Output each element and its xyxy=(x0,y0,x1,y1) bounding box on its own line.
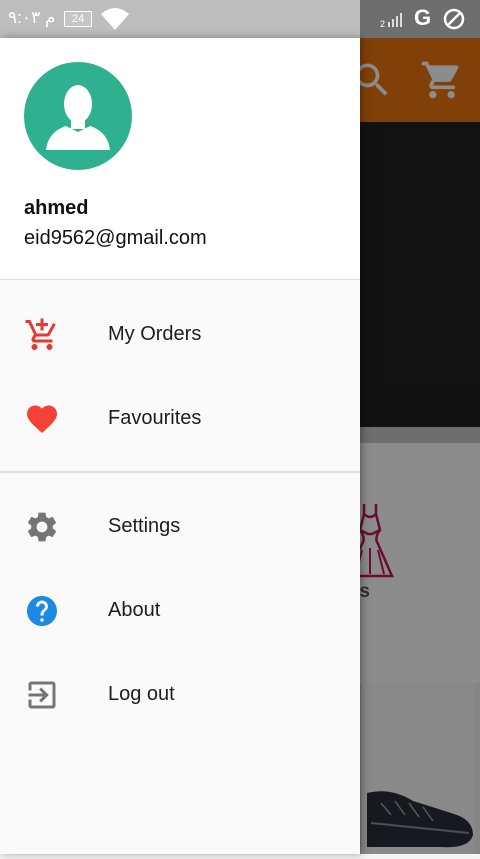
menu-item-label: My Orders xyxy=(108,323,202,345)
menu-item-favourites[interactable]: Favourites xyxy=(0,377,360,461)
menu-divider xyxy=(0,471,360,473)
network-type: G xyxy=(414,5,432,30)
drawer-header: ahmed eid9562@gmail.com xyxy=(0,38,360,280)
wifi-icon xyxy=(101,8,129,30)
menu-item-label: Log out xyxy=(108,683,175,705)
heart-icon xyxy=(27,405,57,434)
status-time: م ٩:٠٣ xyxy=(8,8,56,27)
person-icon xyxy=(46,85,110,150)
status-bar: م ٩:٠٣ 24 2 G xyxy=(0,0,480,38)
help-circle-icon xyxy=(27,596,57,626)
cart-plus-icon xyxy=(25,318,56,350)
svg-text:2: 2 xyxy=(380,19,385,28)
menu-item-about[interactable]: About xyxy=(0,569,360,653)
avatar[interactable] xyxy=(24,62,132,170)
navigation-drawer: ahmed eid9562@gmail.com My Orders Favour… xyxy=(0,38,360,854)
battery-indicator: 24 xyxy=(64,11,92,27)
gear-icon xyxy=(27,512,57,542)
signal-icon: 2 xyxy=(380,13,402,28)
menu-item-label: Settings xyxy=(108,515,181,537)
logout-icon xyxy=(28,681,56,709)
do-not-disturb-icon xyxy=(443,8,465,30)
menu-item-my-orders[interactable]: My Orders xyxy=(0,293,360,377)
menu-item-label: About xyxy=(108,599,161,621)
user-email: eid9562@gmail.com xyxy=(24,227,207,249)
menu-item-log-out[interactable]: Log out xyxy=(0,653,360,737)
user-name: ahmed xyxy=(24,197,89,219)
menu-item-settings[interactable]: Settings xyxy=(0,485,360,569)
menu-item-label: Favourites xyxy=(108,407,202,429)
